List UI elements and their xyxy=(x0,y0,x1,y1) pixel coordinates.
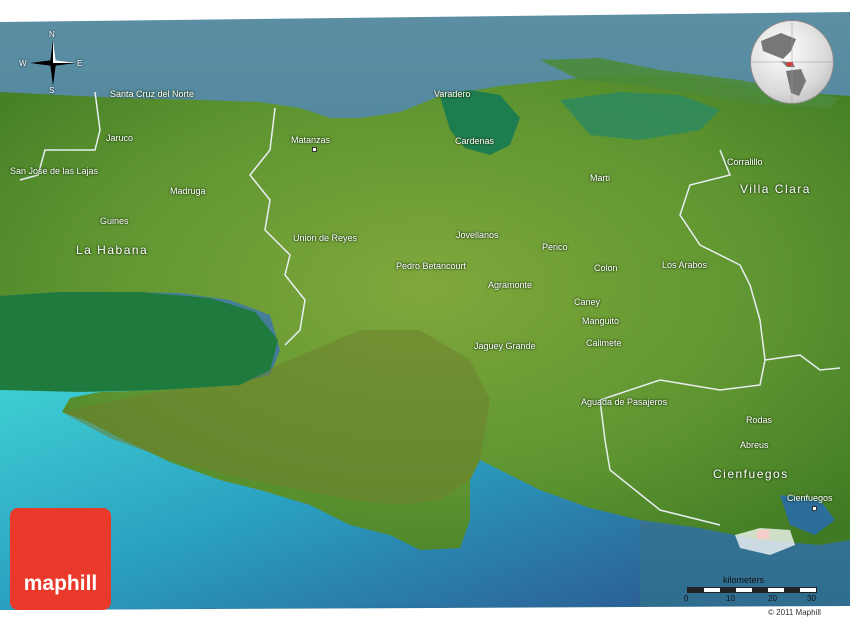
region-label: Villa Clara xyxy=(740,182,811,196)
place-label: Agramonte xyxy=(488,280,533,290)
compass-north-label: N xyxy=(49,30,55,39)
region-label: La Habana xyxy=(76,243,149,257)
compass-south-label: S xyxy=(49,86,55,95)
place-label: Corralillo xyxy=(727,157,763,167)
scale-tick: 10 xyxy=(726,594,735,603)
city-marker xyxy=(312,147,317,152)
scale-tick: 0 xyxy=(684,594,689,603)
place-label: Pedro Betancourt xyxy=(396,261,467,271)
place-label: Jaruco xyxy=(106,133,134,143)
scale-tick: 30 xyxy=(807,594,816,603)
place-label: Abreus xyxy=(740,440,769,450)
place-label: Colon xyxy=(594,263,618,273)
compass-east-label: E xyxy=(77,59,83,68)
place-label: Varadero xyxy=(434,89,471,99)
place-label: Perico xyxy=(542,242,568,252)
place-label: Caney xyxy=(574,297,601,307)
maphill-logo[interactable]: maphill xyxy=(10,508,111,610)
place-label: Cienfuegos xyxy=(787,493,833,503)
place-label: Santa Cruz del Norte xyxy=(110,89,195,99)
compass-rose: N S E W xyxy=(18,30,88,95)
region-label: Cienfuegos xyxy=(713,467,789,481)
place-label: Cardenas xyxy=(455,136,495,146)
place-label: San Jose de las Lajas xyxy=(10,166,99,176)
locator-globe xyxy=(750,20,834,104)
compass-west-label: W xyxy=(19,59,27,68)
scale-title: kilometers xyxy=(723,575,765,585)
city-marker xyxy=(812,506,817,511)
globe-icon xyxy=(751,21,833,103)
scale-bar-graphic xyxy=(687,587,817,593)
scale-tick: 20 xyxy=(768,594,777,603)
place-label: Aguada de Pasajeros xyxy=(581,397,668,407)
place-label: Madruga xyxy=(170,186,206,196)
place-label: Matanzas xyxy=(291,135,331,145)
place-label: Calimete xyxy=(586,338,622,348)
place-label: Manguito xyxy=(582,316,620,326)
place-label: Marti xyxy=(590,173,610,183)
place-label: Union de Reyes xyxy=(293,233,358,243)
logo-text: maphill xyxy=(23,572,98,595)
place-label: Jovellanos xyxy=(456,230,499,240)
place-label: Rodas xyxy=(746,415,773,425)
satellite-map[interactable]: N S E W Santa Cruz del Norte Varadero Ja… xyxy=(0,0,850,621)
copyright-text: © 2011 Maphill xyxy=(768,608,821,617)
place-label: Jaguey Grande xyxy=(474,341,536,351)
place-label: Guines xyxy=(100,216,129,226)
place-label: Los Arabos xyxy=(662,260,708,270)
